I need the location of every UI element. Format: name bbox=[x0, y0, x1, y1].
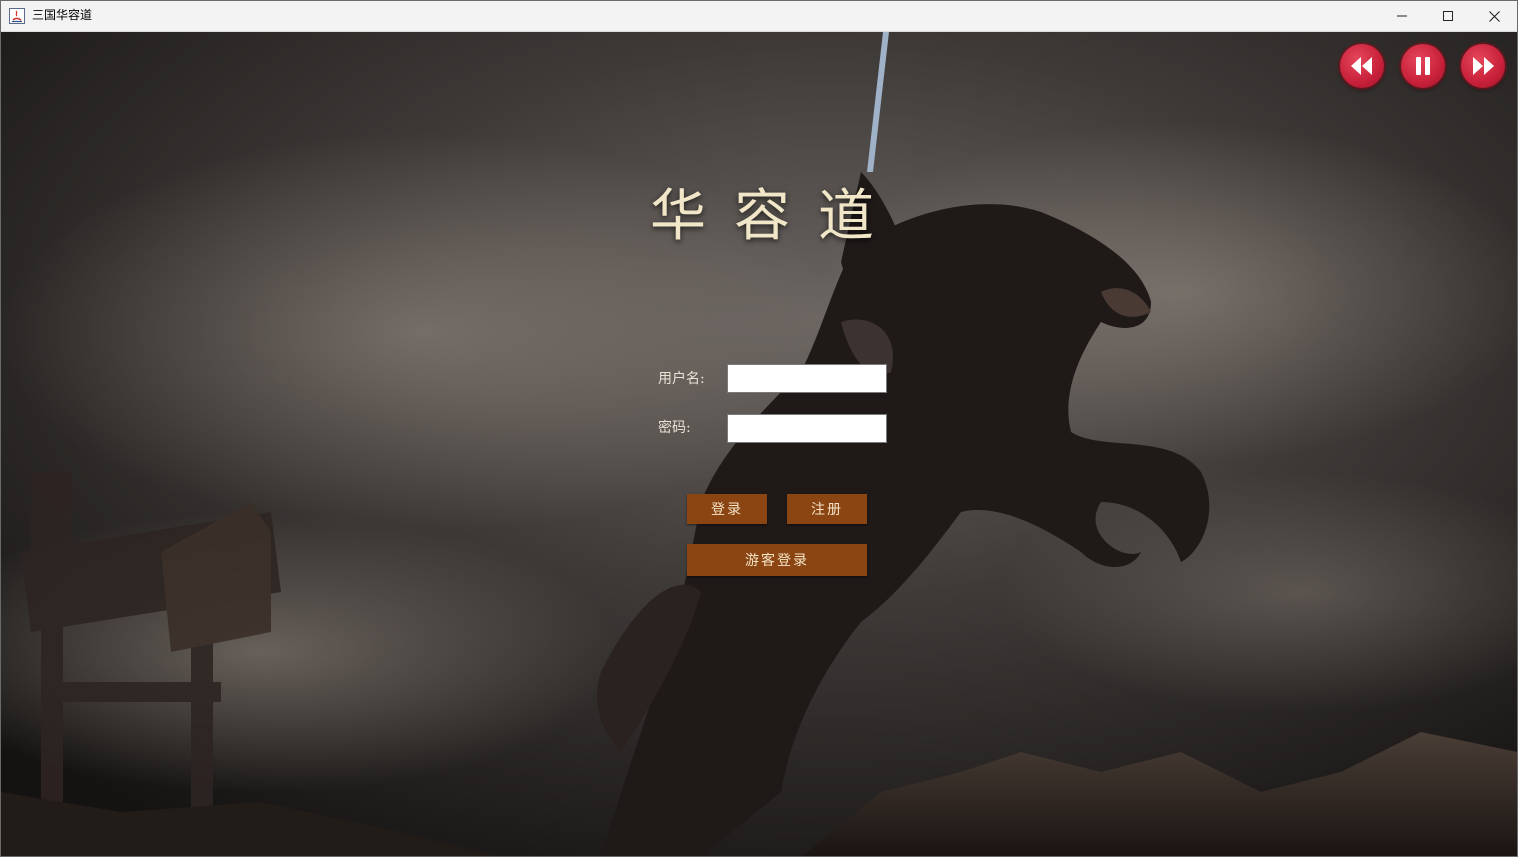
rewind-button[interactable] bbox=[1340, 44, 1384, 88]
password-input[interactable] bbox=[727, 414, 887, 443]
rewind-icon bbox=[1351, 57, 1373, 75]
app-window: 三国华容道 华容道 用户名: 密码: 登录 注册 游客登录 bbox=[0, 0, 1518, 857]
close-button[interactable] bbox=[1471, 1, 1517, 31]
username-label: 用户名: bbox=[658, 371, 705, 387]
pause-icon bbox=[1416, 57, 1430, 75]
maximize-button[interactable] bbox=[1425, 1, 1471, 31]
fast-forward-button[interactable] bbox=[1461, 44, 1505, 88]
title-bar[interactable]: 三国华容道 bbox=[1, 1, 1517, 32]
window-title: 三国华容道 bbox=[32, 8, 93, 22]
login-button[interactable]: 登录 bbox=[687, 494, 767, 524]
pause-button[interactable] bbox=[1401, 44, 1445, 88]
maximize-icon bbox=[1443, 11, 1453, 21]
fast-forward-icon bbox=[1472, 57, 1494, 75]
game-login-screen: 华容道 用户名: 密码: 登录 注册 游客登录 bbox=[1, 32, 1517, 856]
background-illustration bbox=[1, 32, 1517, 856]
register-button[interactable]: 注册 bbox=[787, 494, 867, 524]
minimize-button[interactable] bbox=[1379, 1, 1425, 31]
game-title: 华容道 bbox=[650, 184, 902, 249]
username-input[interactable] bbox=[727, 364, 887, 393]
password-label: 密码: bbox=[658, 420, 691, 436]
close-icon bbox=[1488, 10, 1500, 22]
java-app-icon bbox=[9, 8, 25, 24]
guest-login-button[interactable]: 游客登录 bbox=[687, 544, 867, 576]
minimize-icon bbox=[1397, 11, 1407, 21]
